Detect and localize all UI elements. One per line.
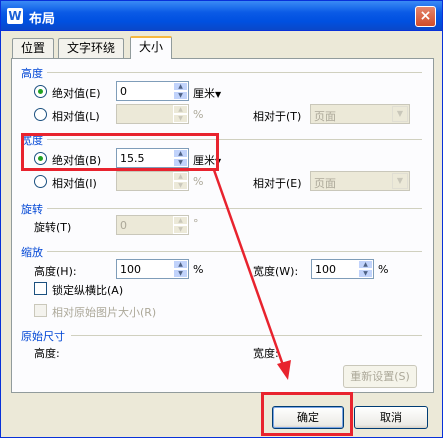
- height-relative-label: 相对值(L): [52, 110, 100, 123]
- spin-down-icon: ▼: [173, 225, 188, 234]
- layout-dialog: W 布局 × 位置 文字环绕 大小 高度 绝对值(E) 0 ▲ ▼ 厘米▼ 相对值…: [0, 0, 443, 438]
- title-bar: W 布局 ×: [1, 1, 442, 31]
- width-absolute-unit[interactable]: 厘米▼: [193, 152, 221, 168]
- relative-original-label: 相对原始图片大小(R): [52, 306, 157, 319]
- height-relative-unit: %: [193, 108, 204, 121]
- height-absolute-value: 0: [120, 85, 127, 98]
- spin-up-icon[interactable]: ▲: [358, 260, 373, 269]
- wps-writer-icon: W: [7, 8, 23, 24]
- height-absolute-spinner[interactable]: 0 ▲ ▼: [116, 81, 189, 101]
- ok-button[interactable]: 确定: [272, 406, 344, 429]
- spin-down-icon[interactable]: ▼: [358, 269, 373, 278]
- close-button[interactable]: ×: [415, 6, 436, 27]
- rotate-section-title: 旋转: [21, 203, 43, 216]
- scale-section-title: 缩放: [21, 246, 43, 259]
- rotate-spinner: 0 ▲ ▼: [116, 215, 189, 235]
- dropdown-arrow-icon: ▼: [215, 157, 222, 166]
- spin-down-icon: ▼: [173, 114, 188, 123]
- width-relative-to-select: 页面 ▼: [310, 171, 410, 191]
- spin-up-icon[interactable]: ▲: [173, 149, 188, 158]
- width-relative-spinner: ▲ ▼: [116, 171, 189, 191]
- rotate-unit: °: [193, 217, 199, 230]
- tab-position[interactable]: 位置: [12, 38, 55, 58]
- height-relative-to-select: 页面 ▼: [310, 104, 410, 124]
- dropdown-arrow-icon: ▼: [215, 90, 222, 99]
- height-divider: [47, 72, 422, 73]
- spin-up-icon: ▲: [173, 172, 188, 181]
- spin-up-icon[interactable]: ▲: [173, 82, 188, 91]
- spin-down-icon[interactable]: ▼: [173, 158, 188, 167]
- scale-width-label: 宽度(W):: [253, 265, 299, 278]
- dialog-title: 布局: [29, 12, 56, 27]
- width-relative-unit: %: [193, 175, 204, 188]
- original-width-label: 宽度:: [253, 347, 279, 360]
- original-height-label: 高度:: [34, 347, 60, 360]
- original-divider: [71, 335, 422, 336]
- spin-up-icon: ▲: [173, 105, 188, 114]
- lock-aspect-checkbox[interactable]: [34, 282, 47, 295]
- height-absolute-radio[interactable]: [34, 85, 47, 98]
- width-absolute-spinner[interactable]: 15.5 ▲ ▼: [116, 148, 189, 168]
- width-relative-to-label: 相对于(E): [253, 177, 302, 190]
- height-section-title: 高度: [21, 67, 43, 80]
- height-relative-to-label: 相对于(T): [253, 110, 302, 123]
- original-section-title: 原始尺寸: [21, 330, 65, 343]
- tab-size[interactable]: 大小: [130, 36, 173, 59]
- height-relative-spinner: ▲ ▼: [116, 104, 189, 124]
- width-absolute-value: 15.5: [120, 152, 145, 165]
- scale-height-label: 高度(H):: [34, 265, 77, 278]
- scale-divider: [47, 251, 422, 252]
- spin-down-icon[interactable]: ▼: [173, 269, 188, 278]
- height-absolute-unit[interactable]: 厘米▼: [193, 85, 221, 101]
- spin-down-icon[interactable]: ▼: [173, 91, 188, 100]
- chevron-down-icon: ▼: [392, 106, 408, 122]
- width-divider: [47, 139, 422, 140]
- lock-aspect-label: 锁定纵横比(A): [52, 284, 124, 297]
- width-absolute-label: 绝对值(B): [52, 154, 102, 167]
- scale-height-unit: %: [193, 263, 204, 276]
- reset-button: 重新设置(S): [343, 365, 417, 388]
- width-section-title: 宽度: [21, 134, 43, 147]
- width-relative-radio[interactable]: [34, 175, 47, 188]
- relative-original-checkbox: [34, 304, 47, 317]
- scale-height-spinner[interactable]: 100 ▲ ▼: [116, 259, 189, 279]
- height-absolute-label: 绝对值(E): [52, 87, 101, 100]
- cancel-button[interactable]: 取消: [354, 406, 428, 429]
- spin-up-icon: ▲: [173, 216, 188, 225]
- width-relative-label: 相对值(I): [52, 177, 97, 190]
- scale-width-unit: %: [378, 263, 389, 276]
- height-relative-radio[interactable]: [34, 108, 47, 121]
- width-absolute-radio[interactable]: [34, 152, 47, 165]
- tab-text-wrap[interactable]: 文字环绕: [58, 38, 125, 58]
- rotate-label: 旋转(T): [34, 221, 72, 234]
- chevron-down-icon: ▼: [392, 173, 408, 189]
- rotate-divider: [47, 208, 422, 209]
- spin-up-icon[interactable]: ▲: [173, 260, 188, 269]
- scale-width-spinner[interactable]: 100 ▲ ▼: [311, 259, 374, 279]
- spin-down-icon: ▼: [173, 181, 188, 190]
